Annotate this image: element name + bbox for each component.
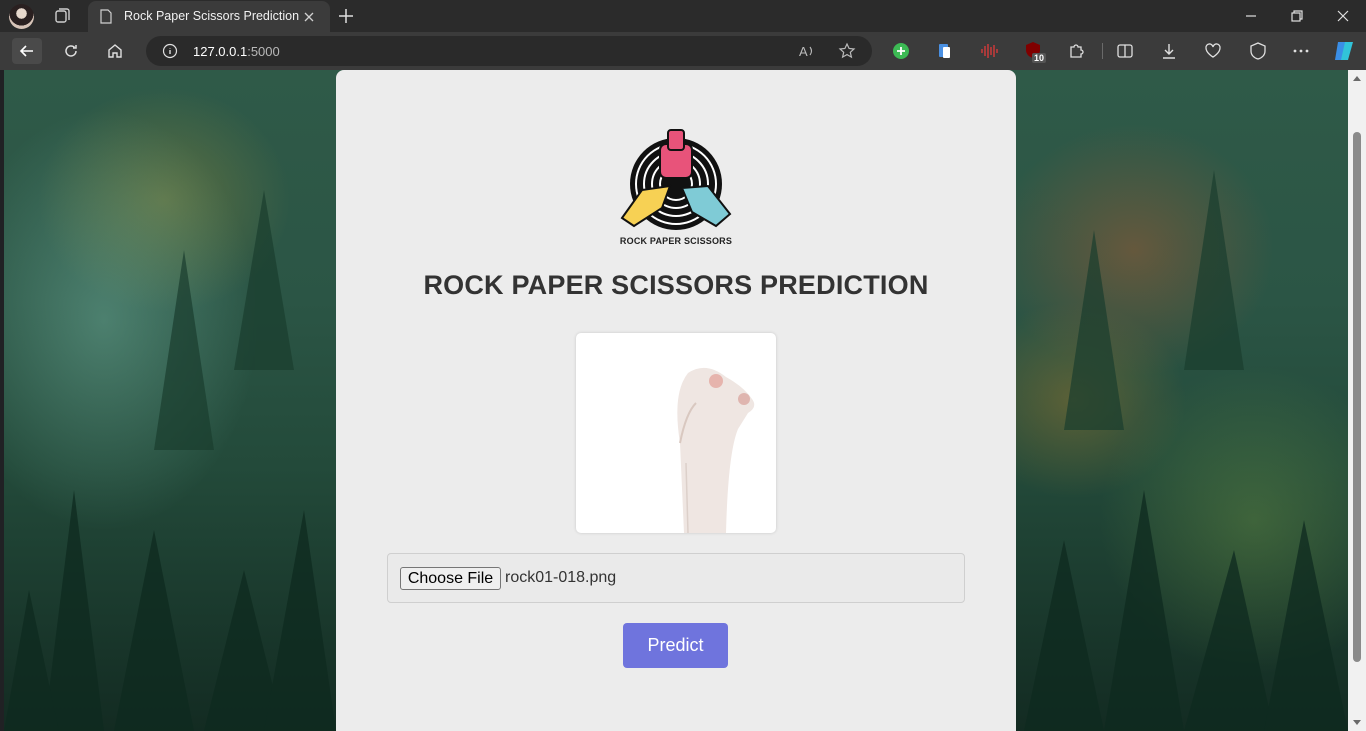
scroll-down-icon[interactable] (1353, 720, 1361, 725)
browser-toolbar: 127.0.0.1:5000 A 10 (0, 32, 1366, 70)
toolbar-divider (1102, 43, 1103, 59)
home-icon (108, 44, 122, 58)
extensions-puzzle-icon[interactable] (1067, 41, 1087, 61)
site-info-icon[interactable] (162, 43, 178, 59)
refresh-icon (65, 45, 77, 57)
predict-button[interactable]: Predict (623, 623, 728, 668)
ublock-extension[interactable]: 10 (1024, 41, 1047, 65)
back-arrow-icon (19, 45, 33, 57)
vertical-scrollbar[interactable] (1348, 70, 1366, 731)
selected-file-name: rock01-018.png (505, 569, 617, 586)
favorite-star-icon[interactable] (838, 42, 856, 60)
back-button[interactable] (12, 38, 42, 64)
workspaces-icon[interactable] (52, 6, 72, 26)
prediction-card: ROCK PAPER SCISSORS ROCK PAPER SCISSORS … (336, 70, 1016, 731)
scroll-thumb[interactable] (1353, 132, 1361, 662)
logo-caption: ROCK PAPER SCISSORS (619, 236, 733, 246)
page-title: ROCK PAPER SCISSORS PREDICTION (423, 270, 929, 300)
tab-title: Rock Paper Scissors Prediction (124, 9, 300, 23)
close-window-icon[interactable] (1335, 8, 1351, 24)
minimize-icon[interactable] (1243, 8, 1259, 24)
title-bar: Rock Paper Scissors Prediction (0, 0, 1366, 32)
rps-logo-graphic (620, 129, 732, 230)
address-bar[interactable]: 127.0.0.1:5000 A (146, 36, 872, 66)
profile-avatar[interactable] (9, 4, 34, 29)
extension-badge: 10 (1032, 53, 1047, 63)
collections-icon[interactable] (935, 41, 955, 61)
refresh-button[interactable] (56, 38, 86, 64)
home-button[interactable] (100, 38, 130, 64)
page-background: ROCK PAPER SCISSORS ROCK PAPER SCISSORS … (4, 70, 1348, 731)
svg-text:A: A (799, 44, 808, 59)
close-tab-icon[interactable] (302, 10, 316, 24)
page-icon (100, 9, 112, 24)
hand-rock-image (677, 367, 755, 533)
restore-icon[interactable] (1289, 8, 1305, 24)
audio-wave-icon[interactable] (979, 41, 999, 61)
browser-tab[interactable]: Rock Paper Scissors Prediction (88, 1, 330, 32)
rps-logo: ROCK PAPER SCISSORS (612, 128, 740, 250)
split-screen-icon[interactable] (1115, 41, 1135, 61)
downloads-icon[interactable] (1159, 41, 1179, 61)
new-tab-icon[interactable] (336, 6, 356, 26)
url-text: 127.0.0.1:5000 (193, 44, 280, 59)
read-aloud-icon[interactable]: A (798, 42, 816, 60)
performance-heart-icon[interactable] (1203, 41, 1223, 61)
scroll-up-icon[interactable] (1353, 76, 1361, 81)
copilot-icon[interactable] (1332, 39, 1356, 63)
choose-file-button[interactable]: Choose File (400, 567, 501, 590)
more-menu-icon[interactable] (1291, 41, 1311, 61)
uploaded-image-preview (576, 333, 776, 533)
browser-essentials-icon[interactable] (1248, 41, 1268, 61)
file-upload-container: Choose File rock01-018.png (387, 553, 965, 603)
add-extension-icon[interactable] (891, 41, 911, 61)
